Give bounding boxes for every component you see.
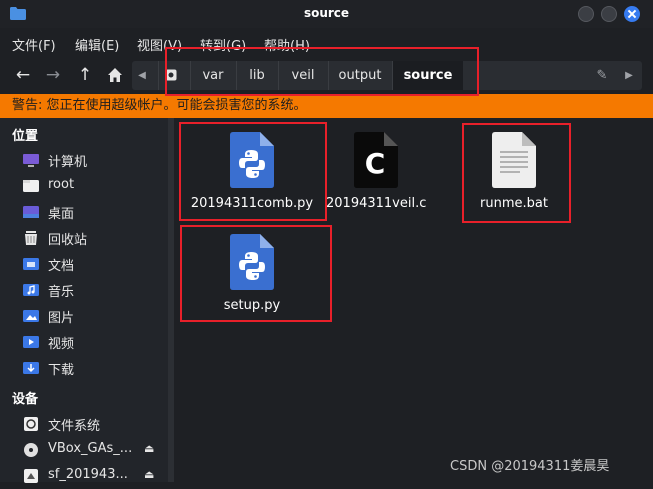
sidebar-item-label: 文件系统 [48, 419, 101, 434]
crumb-veil[interactable]: veil [278, 61, 327, 90]
up-arrow-icon[interactable]: ↑ [74, 64, 96, 86]
root-warning-banner: 警告: 您正在使用超级帐户。可能会损害您的系统。 [0, 94, 653, 118]
file-view: 20194311comb.py C 20194311veil.c runme.b… [174, 118, 653, 482]
eject-icon[interactable]: ⏏ [144, 443, 156, 455]
places-heading: 位置 [12, 129, 39, 144]
menu-bar: 文件(F) 编辑(E) 视图(V) 转到(G) 帮助(H) [0, 30, 653, 56]
root-drive-icon[interactable] [158, 61, 183, 90]
edit-location-icon[interactable]: ✎ [592, 61, 612, 90]
crumb-source[interactable]: source [392, 61, 463, 90]
menu-help[interactable]: 帮助(H) [264, 35, 310, 54]
sidebar-item-label: 文档 [48, 259, 75, 274]
sidebar-item-filesystem[interactable]: 文件系统 [0, 411, 168, 437]
file-item-runme-bat[interactable]: runme.bat [466, 122, 562, 218]
computer-icon [23, 154, 39, 167]
menu-view[interactable]: 视图(V) [137, 35, 182, 54]
optical-disc-icon [24, 443, 38, 457]
sidebar-item-label: 回收站 [48, 233, 88, 248]
text-file-icon [492, 132, 536, 188]
sidebar-item-downloads[interactable]: 下载 [0, 355, 168, 381]
minimize-button[interactable] [578, 6, 594, 22]
pictures-folder-icon [23, 310, 39, 322]
toolbar: ← → ↑ ◀ var lib veil output source ✎ ▶ [0, 58, 653, 92]
file-name: runme.bat [480, 196, 548, 211]
music-folder-icon [23, 284, 39, 296]
crumb-lib[interactable]: lib [236, 61, 277, 90]
file-item-comb-py[interactable]: 20194311comb.py [178, 122, 326, 218]
crumb-var[interactable]: var [190, 61, 235, 90]
file-name: 20194311veil.c [326, 196, 427, 211]
file-item-setup-py[interactable]: setup.py [178, 224, 326, 320]
c-file-icon: C [354, 132, 398, 188]
file-item-veil-c[interactable]: C 20194311veil.c [326, 122, 426, 218]
sidebar-item-label: 下载 [48, 363, 75, 378]
menu-go[interactable]: 转到(G) [200, 35, 246, 54]
sidebar-item-trash[interactable]: 回收站 [0, 225, 168, 251]
sidebar-item-label: 桌面 [48, 207, 75, 222]
python-file-icon [230, 132, 274, 188]
watermark: CSDN @20194311姜晨昊 [450, 459, 610, 474]
sidebar-item-label: 音乐 [48, 285, 75, 300]
close-button[interactable] [624, 6, 640, 22]
sidebar-item-documents[interactable]: 文档 [0, 251, 168, 277]
sidebar-item-shared-folder[interactable]: sf_201943... ⏏ [0, 463, 168, 489]
menu-file[interactable]: 文件(F) [12, 35, 56, 54]
eject-icon[interactable]: ⏏ [144, 469, 156, 481]
window-title: source [303, 6, 350, 20]
warning-text: 警告: 您正在使用超级帐户。可能会损害您的系统。 [12, 98, 307, 113]
sidebar-item-music[interactable]: 音乐 [0, 277, 168, 303]
path-bar: ◀ var lib veil output source ✎ ▶ [132, 61, 642, 90]
path-scroll-left-icon[interactable]: ◀ [136, 61, 148, 90]
menu-edit[interactable]: 编辑(E) [75, 35, 119, 54]
title-bar: source [0, 0, 653, 28]
downloads-folder-icon [23, 362, 39, 374]
desktop-icon [23, 206, 39, 218]
svg-text:C: C [365, 147, 386, 180]
file-name: 20194311comb.py [190, 196, 314, 211]
sidebar-item-root[interactable]: root [0, 173, 168, 199]
sidebar-item-label: 图片 [48, 311, 75, 326]
home-folder-icon [23, 180, 39, 192]
sidebar-item-desktop[interactable]: 桌面 [0, 199, 168, 225]
path-scroll-right-icon[interactable]: ▶ [620, 61, 638, 90]
crumb-output[interactable]: output [328, 61, 391, 90]
sidebar-item-label: 视频 [48, 337, 75, 352]
file-name: setup.py [223, 298, 281, 313]
sidebar-item-label: VBox_GAs_... [48, 441, 133, 456]
sidebar-item-pictures[interactable]: 图片 [0, 303, 168, 329]
sidebar-item-label: sf_201943... [48, 467, 128, 482]
sidebar: 位置 计算机 root 桌面 回收站 文档 音乐 图片 视频 下载 设备 文件系… [0, 118, 168, 483]
sidebar-item-vbox-disc[interactable]: VBox_GAs_... ⏏ [0, 437, 168, 463]
python-file-icon [230, 234, 274, 290]
videos-folder-icon [23, 336, 39, 348]
forward-arrow-icon[interactable]: → [42, 64, 64, 86]
home-icon[interactable] [104, 64, 126, 86]
back-arrow-icon[interactable]: ← [12, 64, 34, 86]
documents-folder-icon [23, 258, 39, 270]
sidebar-item-label: root [48, 177, 75, 192]
sidebar-item-computer[interactable]: 计算机 [0, 147, 168, 173]
sidebar-item-label: 计算机 [48, 155, 88, 170]
trash-icon [25, 231, 37, 245]
filesystem-icon [24, 417, 38, 431]
sidebar-item-videos[interactable]: 视频 [0, 329, 168, 355]
maximize-button[interactable] [601, 6, 617, 22]
devices-heading: 设备 [12, 392, 39, 407]
